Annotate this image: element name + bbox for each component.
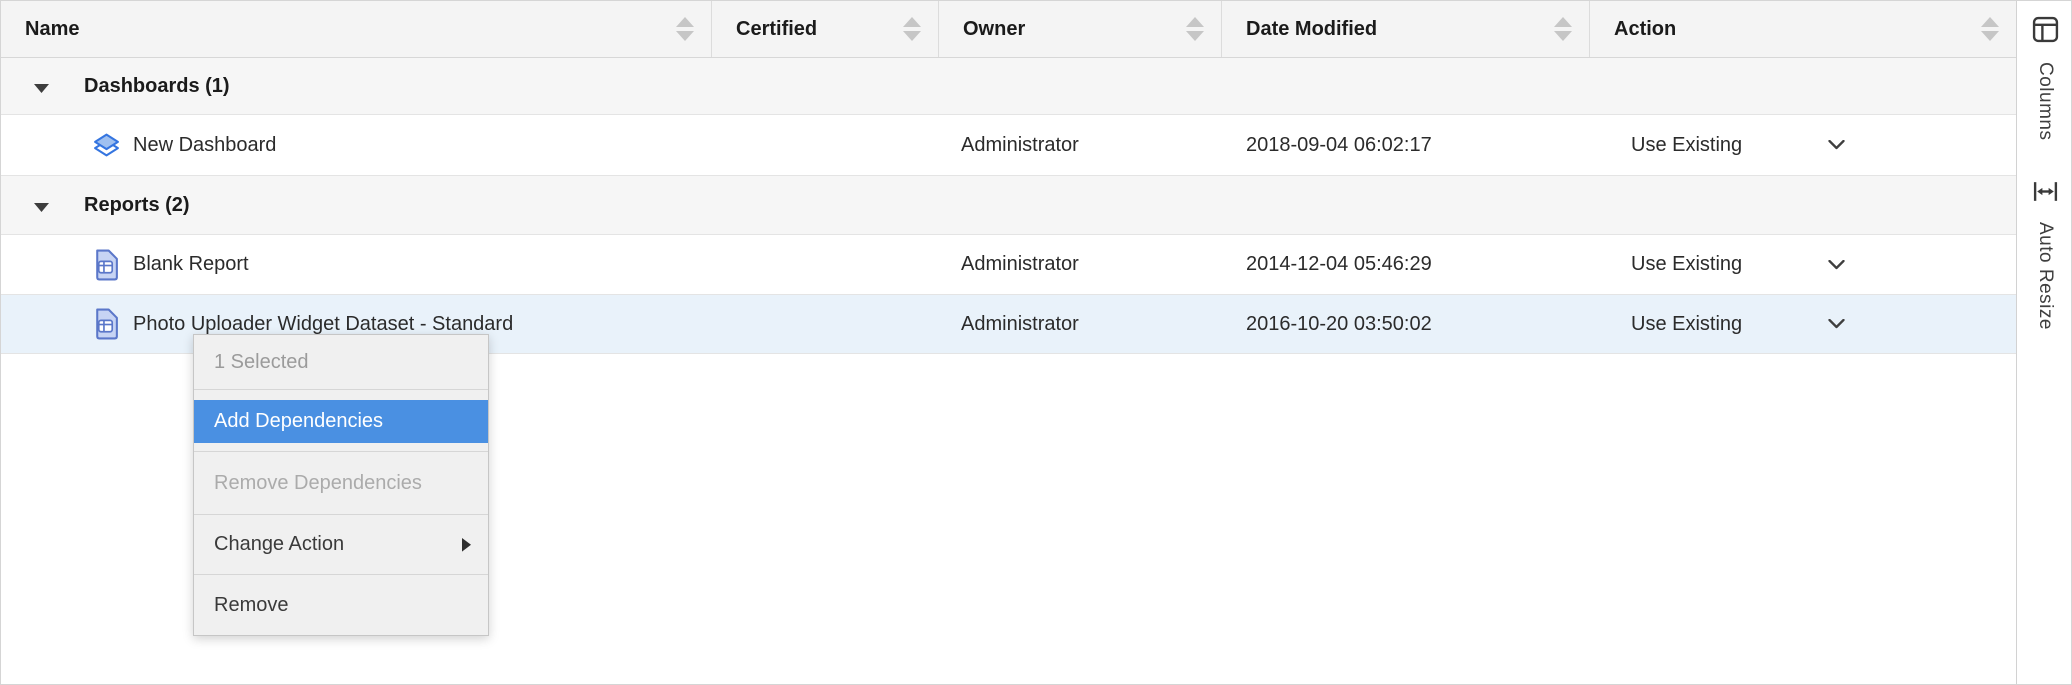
sort-arrows-icon bbox=[1185, 16, 1205, 48]
menu-item-remove-dependencies: Remove Dependencies bbox=[194, 451, 488, 514]
menu-spacer bbox=[194, 390, 488, 400]
menu-item-remove[interactable]: Remove bbox=[194, 574, 488, 635]
columns-button[interactable]: Columns bbox=[2017, 16, 2072, 140]
action-dropdown-value[interactable]: Use Existing bbox=[1631, 235, 1742, 294]
auto-resize-button[interactable]: Auto Resize bbox=[2017, 180, 2072, 330]
collapse-caret-icon[interactable] bbox=[34, 81, 50, 99]
chevron-down-icon[interactable] bbox=[1828, 140, 1845, 150]
group-label: Reports (2) bbox=[84, 176, 190, 234]
right-toolbar: Columns Auto Resize bbox=[2016, 1, 2072, 684]
columns-icon bbox=[2032, 16, 2059, 48]
column-header-owner-label: Owner bbox=[963, 18, 1025, 41]
report-icon bbox=[93, 309, 118, 340]
row-name: Blank Report bbox=[133, 235, 249, 294]
auto-resize-icon bbox=[2032, 180, 2059, 208]
action-dropdown-value[interactable]: Use Existing bbox=[1631, 295, 1742, 353]
row-date-modified: 2016-10-20 03:50:02 bbox=[1246, 295, 1432, 353]
group-row-dashboards[interactable]: Dashboards (1) bbox=[1, 58, 2016, 115]
group-label: Dashboards (1) bbox=[84, 58, 230, 114]
row-name: New Dashboard bbox=[133, 115, 276, 175]
column-header-certified[interactable]: Certified bbox=[711, 1, 938, 57]
row-owner: Administrator bbox=[961, 235, 1079, 294]
row-owner: Administrator bbox=[961, 115, 1079, 175]
sort-arrows-icon bbox=[1553, 16, 1573, 48]
row-date-modified: 2018-09-04 06:02:17 bbox=[1246, 115, 1432, 175]
sort-arrows-icon bbox=[675, 16, 695, 48]
chevron-down-icon[interactable] bbox=[1828, 260, 1845, 270]
menu-spacer bbox=[194, 443, 488, 451]
menu-item-change-action[interactable]: Change Action bbox=[194, 514, 488, 574]
menu-item-change-action-label: Change Action bbox=[214, 533, 344, 555]
dashboard-icon bbox=[93, 132, 120, 159]
column-header-owner[interactable]: Owner bbox=[938, 1, 1221, 57]
group-row-reports[interactable]: Reports (2) bbox=[1, 176, 2016, 235]
context-menu: 1 Selected Add Dependencies Remove Depen… bbox=[193, 334, 489, 636]
sort-arrows-icon bbox=[902, 16, 922, 48]
row-owner: Administrator bbox=[961, 295, 1079, 353]
column-header-certified-label: Certified bbox=[736, 18, 817, 41]
menu-item-add-dependencies[interactable]: Add Dependencies bbox=[194, 400, 488, 443]
columns-button-label: Columns bbox=[2034, 62, 2056, 140]
chevron-down-icon[interactable] bbox=[1828, 319, 1845, 329]
row-date-modified: 2014-12-04 05:46:29 bbox=[1246, 235, 1432, 294]
column-header-action-label: Action bbox=[1614, 18, 1676, 41]
column-header-name[interactable]: Name bbox=[1, 1, 711, 57]
table-row[interactable]: Blank Report Administrator 2014-12-04 05… bbox=[1, 235, 2016, 295]
column-header-date-modified-label: Date Modified bbox=[1246, 18, 1377, 41]
table-header: Name Certified Owner Date Modified Actio… bbox=[1, 1, 2016, 58]
collapse-caret-icon[interactable] bbox=[34, 200, 50, 218]
report-icon bbox=[93, 249, 118, 280]
context-menu-selection-count: 1 Selected bbox=[194, 335, 488, 390]
action-dropdown-value[interactable]: Use Existing bbox=[1631, 115, 1742, 175]
submenu-arrow-icon bbox=[462, 538, 472, 552]
column-header-name-label: Name bbox=[25, 18, 79, 41]
auto-resize-button-label: Auto Resize bbox=[2034, 222, 2056, 330]
column-header-action[interactable]: Action bbox=[1589, 1, 2016, 57]
sort-arrows-icon bbox=[1980, 16, 2000, 48]
table-row[interactable]: New Dashboard Administrator 2018-09-04 0… bbox=[1, 115, 2016, 176]
column-header-date-modified[interactable]: Date Modified bbox=[1221, 1, 1589, 57]
dependency-table-window: Name Certified Owner Date Modified Actio… bbox=[0, 0, 2072, 685]
